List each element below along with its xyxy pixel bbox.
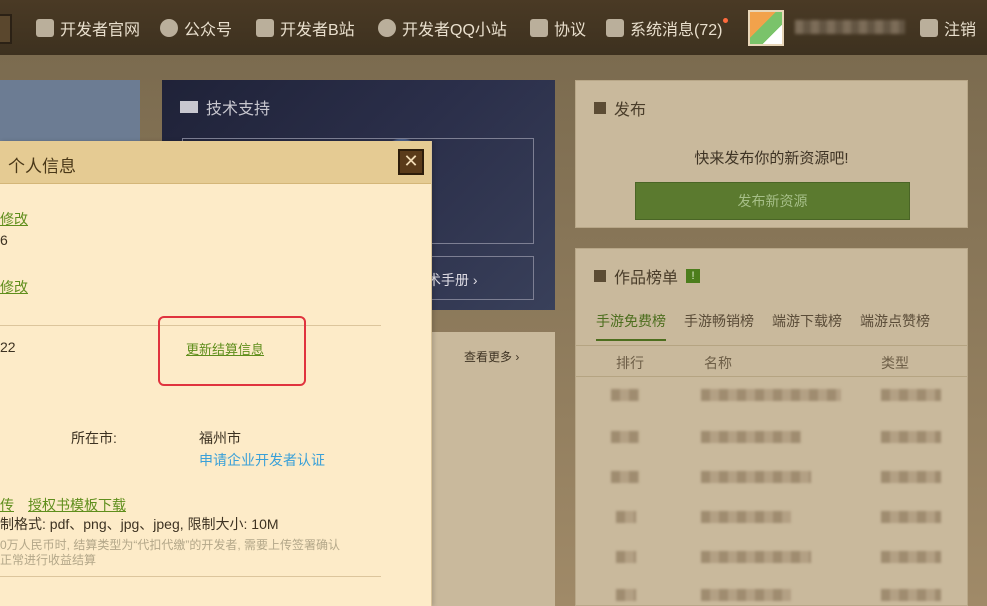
tab-pc-likes[interactable]: 端游点赞榜	[860, 311, 930, 341]
table-row	[881, 431, 941, 443]
username-redacted	[795, 20, 905, 34]
ranking-title-label: 作品榜单	[614, 270, 679, 287]
logo[interactable]	[0, 14, 12, 44]
news-card: 查看更多 ›	[432, 332, 555, 606]
publish-title: 发布	[594, 96, 646, 120]
ranking-card: 作品榜单 ! 手游免费榜 手游畅销榜 端游下载榜 端游点赞榜 排行 名称 类型	[575, 248, 968, 606]
table-row	[701, 551, 811, 563]
tab-pc-download[interactable]: 端游下载榜	[772, 311, 842, 341]
modal-header: 个人信息 ✕	[0, 141, 431, 184]
table-row	[701, 589, 791, 601]
view-more-link[interactable]: 查看更多 ›	[464, 348, 519, 365]
publish-hint: 快来发布你的新资源吧!	[694, 150, 849, 167]
top-nav-bar: 开发者官网 公众号 开发者B站 开发者QQ小站 协议 系统消息(72) 注销	[0, 0, 987, 55]
column-type: 类型	[881, 355, 909, 371]
nav-label: 开发者QQ小站	[402, 21, 507, 39]
city-value: 福州市	[199, 430, 241, 446]
modal-title: 个人信息	[8, 157, 76, 176]
ranking-tabs: 手游免费榜 手游畅销榜 端游下载榜 端游点赞榜	[596, 311, 930, 341]
table-row	[611, 471, 639, 483]
table-row	[881, 389, 941, 401]
publish-title-label: 发布	[614, 102, 647, 119]
avatar[interactable]	[748, 10, 784, 46]
home-icon	[36, 18, 54, 37]
tech-support-label: 技术支持	[206, 101, 271, 118]
close-icon[interactable]: ✕	[398, 149, 424, 175]
nav-item-bilibili[interactable]: 开发者B站	[256, 0, 355, 55]
wechat-icon	[160, 18, 178, 37]
table-row	[881, 471, 941, 483]
enterprise-certification-link[interactable]: 申请企业开发者认证	[199, 450, 325, 470]
nav-item-agreement[interactable]: 协议	[530, 0, 586, 55]
table-row	[616, 511, 636, 523]
nav-item-official-site[interactable]: 开发者官网	[36, 0, 140, 55]
nav-label: 开发者官网	[60, 21, 141, 39]
table-row	[701, 431, 801, 443]
upload-link[interactable]: 传	[0, 495, 14, 515]
logout-icon	[920, 18, 938, 37]
table-row	[616, 589, 636, 601]
personal-info-modal: 个人信息 ✕ 修改 6 修改 22 更新结算信息 所在市: 福州市 申请企业开发…	[0, 141, 432, 606]
edit-link[interactable]: 修改	[0, 209, 28, 229]
nav-label: 公众号	[184, 21, 233, 39]
info-badge: !	[686, 269, 701, 283]
tech-support-title: 技术支持	[180, 95, 270, 119]
template-download-link[interactable]: 授权书模板下载	[28, 495, 126, 515]
field-value: 22	[0, 339, 16, 355]
note-line: 正常进行收益结算	[0, 553, 97, 567]
column-name: 名称	[704, 355, 732, 371]
bar-chart-icon	[594, 270, 606, 282]
table-row	[701, 471, 811, 483]
nav-item-messages[interactable]: 系统消息(72)	[606, 0, 729, 55]
table-row	[701, 511, 791, 523]
manual-link[interactable]: 术手册 ›	[427, 270, 478, 290]
city-label: 所在市:	[71, 430, 117, 446]
divider	[0, 576, 381, 577]
bell-icon	[606, 18, 624, 37]
ranking-table-header: 排行 名称 类型	[576, 345, 967, 377]
logout-button[interactable]: 注销	[920, 0, 976, 55]
table-row	[881, 589, 941, 601]
tab-mobile-free[interactable]: 手游免费榜	[596, 311, 666, 341]
edit-link[interactable]: 修改	[0, 277, 28, 297]
nav-item-wechat[interactable]: 公众号	[160, 0, 232, 55]
format-limit-text: 制格式: pdf、png、jpg、jpeg, 限制大小: 10M	[0, 516, 279, 532]
publish-new-resource-button[interactable]: 发布新资源	[635, 182, 910, 220]
banner-image[interactable]	[0, 80, 140, 142]
column-rank: 排行	[616, 355, 644, 371]
qq-icon	[378, 18, 396, 37]
ranking-title: 作品榜单 !	[594, 264, 701, 288]
tab-mobile-bestseller[interactable]: 手游畅销榜	[684, 311, 754, 341]
field-value: 6	[0, 232, 8, 248]
highlight-box	[158, 316, 306, 386]
logout-label: 注销	[944, 21, 977, 39]
nav-label: 开发者B站	[280, 21, 355, 39]
unread-dot	[723, 18, 729, 23]
nav-item-qq[interactable]: 开发者QQ小站	[378, 0, 507, 55]
bilibili-icon	[256, 18, 274, 37]
table-row	[881, 511, 941, 523]
table-row	[611, 389, 639, 401]
upload-icon	[594, 102, 606, 114]
table-row	[611, 431, 639, 443]
table-row	[616, 551, 636, 563]
table-row	[881, 551, 941, 563]
book-icon	[180, 101, 198, 113]
table-row	[701, 389, 841, 401]
nav-label: 系统消息(72)	[630, 21, 723, 39]
document-icon	[530, 18, 548, 37]
nav-label: 协议	[554, 21, 587, 39]
publish-card: 发布 快来发布你的新资源吧! 发布新资源	[575, 80, 968, 228]
